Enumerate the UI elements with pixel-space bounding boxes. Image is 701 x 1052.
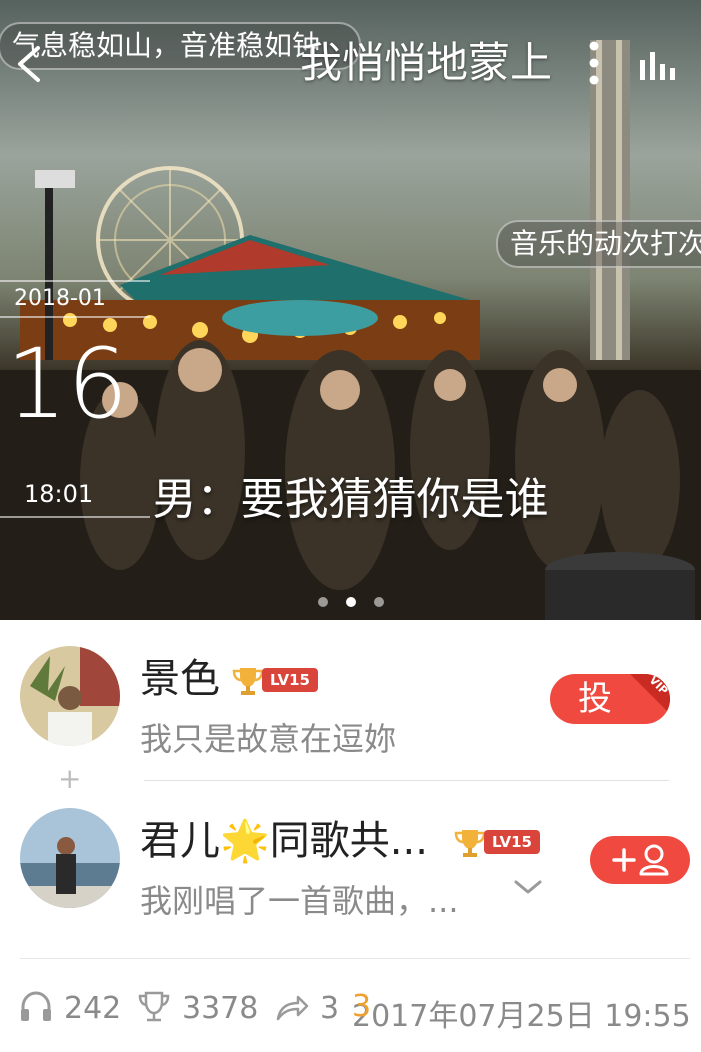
trophy-count: 3378: [182, 991, 259, 1026]
level-badge: LV15: [232, 666, 318, 695]
user-row[interactable]: 景色 LV15 我只是故意在逗妳 投 VIP: [0, 646, 701, 776]
song-title: 我悄悄地蒙上: [300, 38, 553, 87]
date-divider: [0, 280, 150, 282]
level-badge: LV15: [454, 828, 540, 857]
top-bar: 我悄悄地蒙上: [0, 0, 701, 110]
user-message: 我刚唱了一首歌曲，...: [140, 882, 459, 920]
level-text: LV15: [262, 668, 318, 692]
user-name[interactable]: 君儿🌟同歌共...: [140, 808, 428, 866]
vote-button[interactable]: 投 VIP: [550, 674, 670, 724]
danmaku-bubble: 音乐的动次打次: [496, 220, 701, 268]
avatar[interactable]: [20, 808, 120, 908]
divider: [144, 780, 669, 781]
date-month: 2018-01: [14, 286, 106, 311]
vote-label: 投: [578, 679, 612, 719]
page-dot-active[interactable]: [345, 597, 356, 607]
date-day: 16: [6, 328, 129, 440]
add-friend-button[interactable]: [590, 836, 690, 884]
chevron-down-icon[interactable]: [512, 876, 544, 900]
add-friend-icon: [612, 844, 669, 876]
timestamp: 2017年07月25日 19:55: [352, 999, 691, 1034]
share-count: 3: [320, 991, 340, 1026]
page-dot[interactable]: [373, 597, 384, 607]
date-divider: [0, 316, 150, 318]
page-indicator[interactable]: [0, 592, 701, 611]
share-icon: [276, 995, 309, 1021]
audio-bars-icon[interactable]: [636, 50, 680, 82]
headphones-icon: [21, 991, 51, 1021]
user-message: 我只是故意在逗妳: [140, 720, 397, 758]
trophy-icon: [232, 668, 264, 695]
lyric-line: 男：要我猜猜你是谁: [152, 474, 549, 525]
listen-count: 242: [64, 991, 122, 1026]
avatar[interactable]: [20, 646, 120, 746]
stats-bar: 242 3378 3 2017年07月25日 19:55 3: [0, 985, 701, 1035]
user-row[interactable]: 君儿🌟同歌共... LV15 我刚唱了一首歌曲，...: [0, 808, 701, 938]
level-text: LV15: [484, 830, 540, 854]
back-arrow-icon[interactable]: [14, 44, 44, 84]
vip-tag: VIP: [630, 674, 670, 714]
trophy-outline-icon: [138, 991, 170, 1022]
page-dot[interactable]: [317, 597, 328, 607]
timestamp-overlap-digit: 3: [352, 989, 372, 1024]
trophy-icon: [454, 830, 486, 857]
divider: [20, 958, 690, 959]
more-options-icon[interactable]: [584, 38, 604, 88]
plus-icon: +: [58, 762, 82, 795]
hero-photo: 气息稳如山，音准稳如钟 音乐的动次打次 我悄悄地蒙上 2018-01 16 18…: [0, 0, 701, 620]
user-name[interactable]: 景色: [140, 646, 220, 704]
